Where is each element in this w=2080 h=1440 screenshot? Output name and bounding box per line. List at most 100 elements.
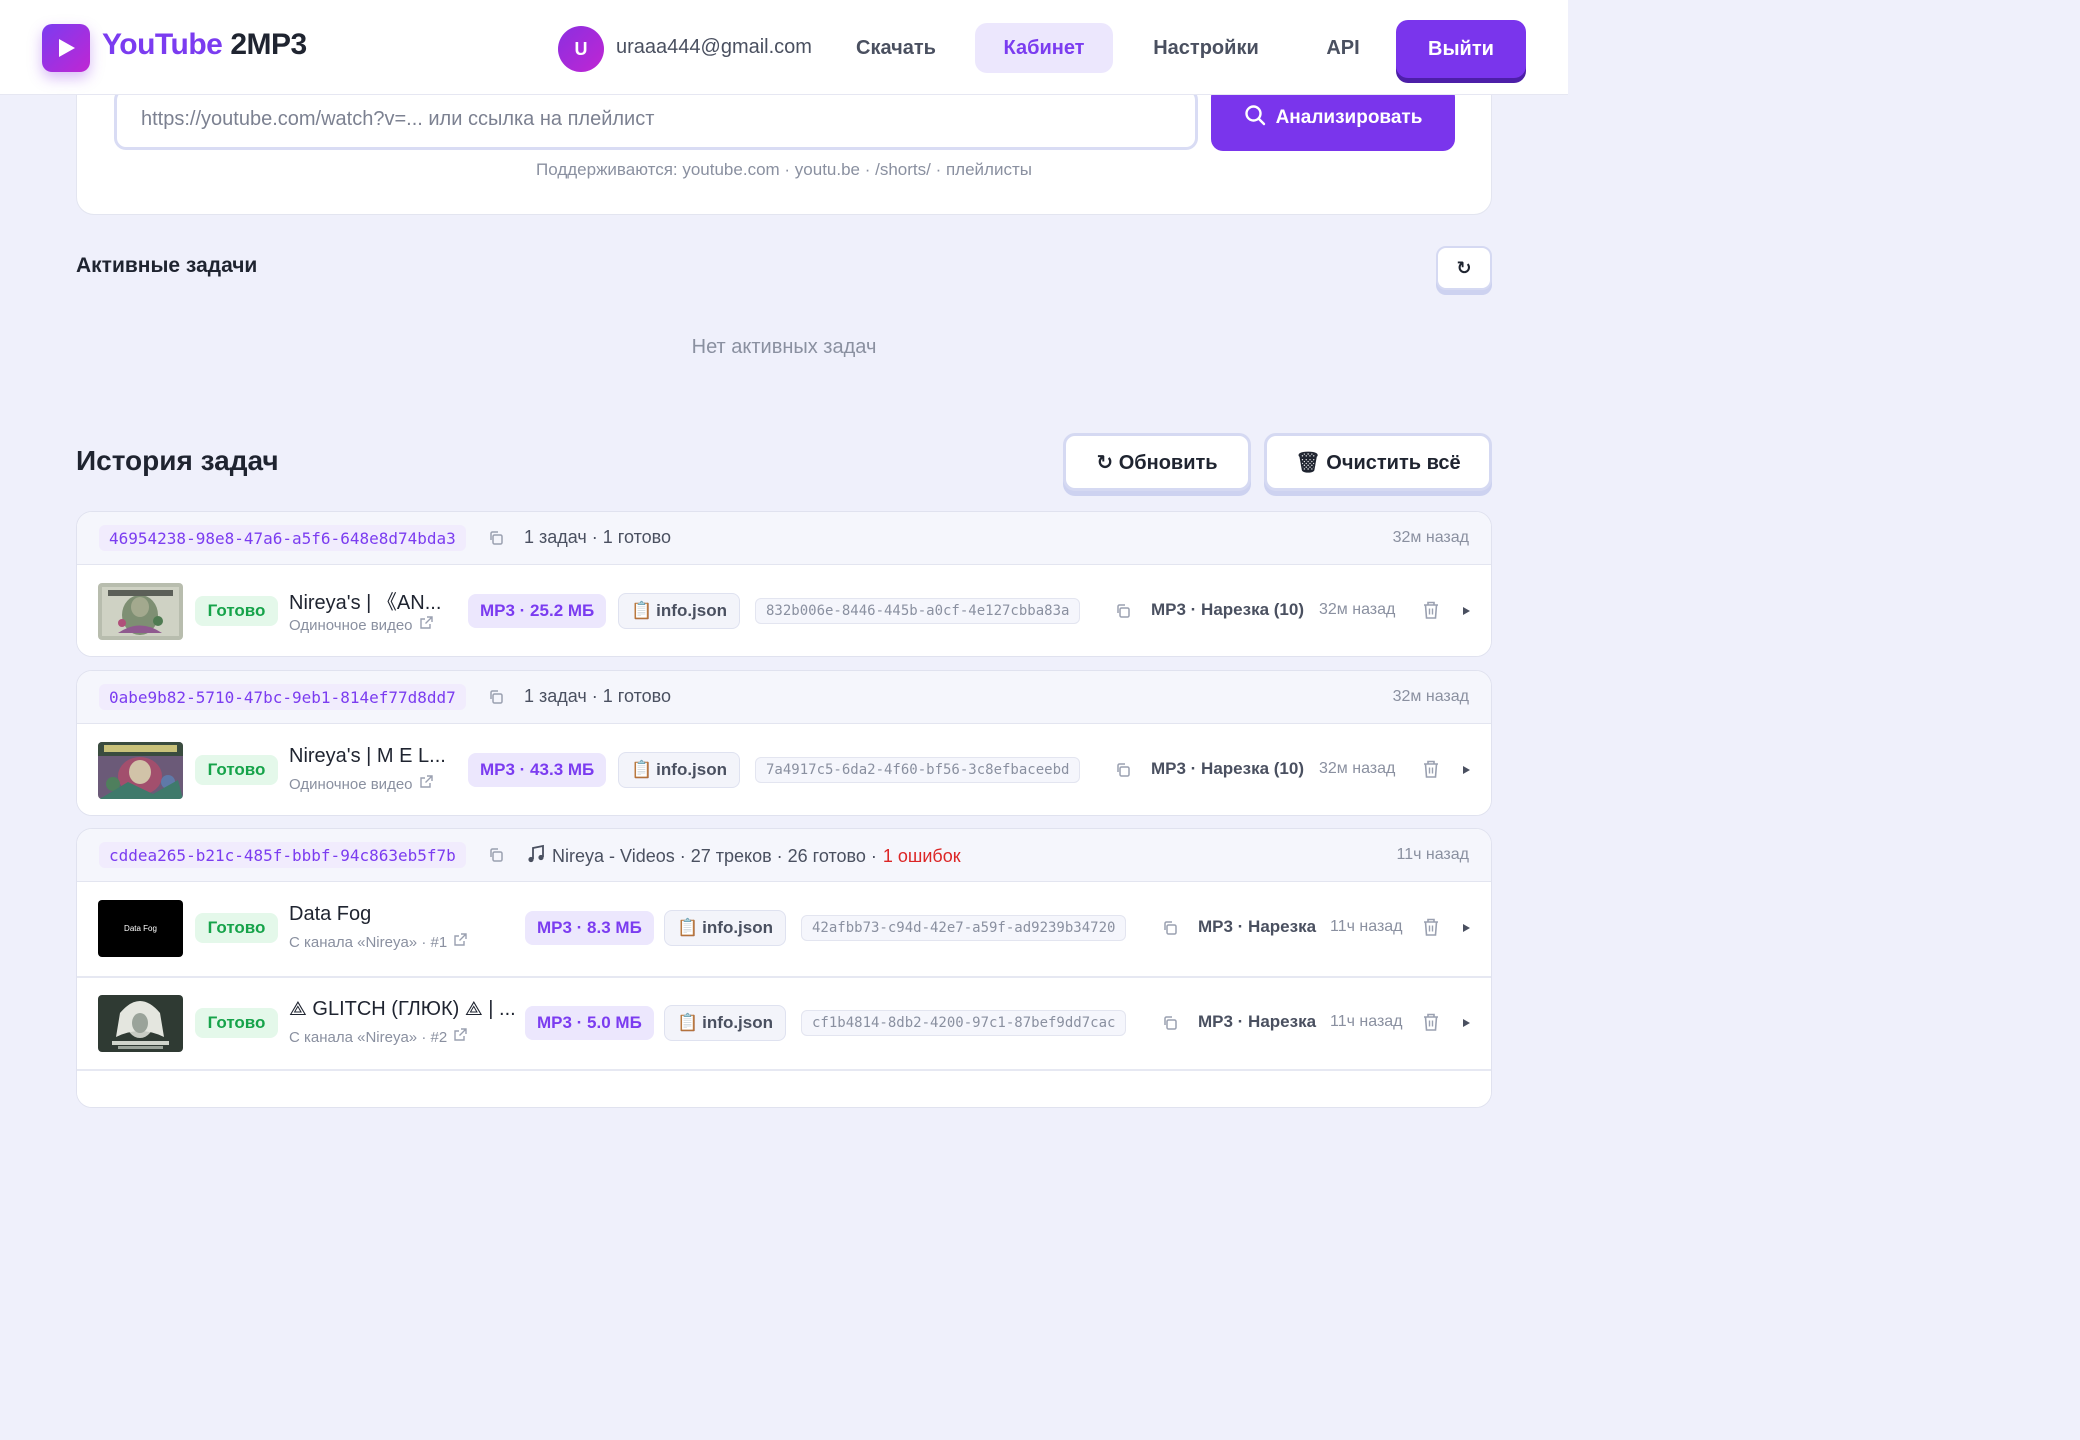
mp3-download-chip[interactable]: MP3 · 8.3 МБ [525,911,654,945]
group-id[interactable]: 46954238-98e8-47a6-a5f6-648e8d74bda3 [99,525,466,551]
info-json-chip[interactable]: 📋 info.json [664,1005,786,1041]
group-summary: Nireya - Videos · 27 треков · 26 готово … [526,844,961,869]
info-json-chip[interactable]: 📋 info.json [618,752,740,788]
task-row: Data Fog Готово Data Fog С канала «Nirey… [77,883,1491,975]
group-time: 32м назад [1392,688,1469,705]
supported-sources: Поддерживаются: youtube.com · youtu.be ·… [536,160,1032,179]
copy-icon[interactable] [1162,1015,1178,1031]
nav-cabinet[interactable]: Кабинет [975,23,1113,73]
history-clear-button[interactable]: 🗑 Очистить всё [1264,433,1492,491]
info-json-label: info.json [656,760,727,779]
copy-icon[interactable] [1162,920,1178,936]
format-label: MP3 · Нарезка [1198,917,1317,936]
video-thumbnail [98,583,183,640]
mp3-download-chip[interactable]: MP3 · 25.2 МБ [468,594,607,628]
external-link-icon[interactable] [453,933,467,951]
video-thumbnail [98,742,183,799]
copy-icon[interactable] [488,530,504,546]
row-time: 11ч назад [1330,1013,1403,1030]
logo-youtube: YouTube [102,28,223,61]
clipboard-icon: 📋 [677,1013,699,1032]
mp3-download-chip[interactable]: MP3 · 5.0 МБ [525,1006,654,1040]
file-uuid[interactable]: 832b006e-8446-445b-a0cf-4e127cbba83a [755,598,1081,624]
mp3-download-chip[interactable]: MP3 · 43.3 МБ [468,753,607,787]
delete-icon[interactable] [1422,1012,1440,1037]
analyze-label: Анализировать [1275,107,1423,128]
status-badge: Готово [195,913,278,943]
delete-icon[interactable] [1422,917,1440,942]
video-subtitle: Одиночное видео [289,775,433,793]
refresh-icon: ↻ [1456,257,1472,278]
top-nav: YouTube 2MP3 U uraaa444@gmail.com Скачать… [0,0,1568,95]
info-json-chip[interactable]: 📋 info.json [618,593,740,629]
format-label: MP3 · Нарезка (10) [1151,600,1304,619]
group-summary: 1 задач · 1 готово [524,686,671,707]
copy-icon[interactable] [488,847,504,863]
video-thumbnail [98,995,183,1052]
group-summary-text: Nireya - Videos · 27 треков · 26 готово … [552,846,877,866]
no-active-tasks: Нет активных задач [691,336,877,358]
group-summary-text: 1 задач · 1 готово [524,686,671,706]
nav-api[interactable]: API [1305,23,1381,73]
copy-icon[interactable] [1115,762,1131,778]
url-input-placeholder: https://youtube.com/watch?v=... или ссыл… [141,107,655,130]
task-row: Готово ⟁ GLITCH (ГЛЮК) ⟁ | ... С канала … [77,976,1491,1068]
logo-play-icon[interactable] [42,24,90,72]
nav-settings[interactable]: Настройки [1130,23,1282,73]
group-header: 0abe9b82-5710-47bc-9eb1-814ef77d8dd7 1 з… [77,671,1491,724]
task-row: Готово Nireya's | 《AN... Одиночное видео… [77,566,1491,656]
nav-download[interactable]: Скачать [838,23,954,73]
group-id[interactable]: 0abe9b82-5710-47bc-9eb1-814ef77d8dd7 [99,684,466,710]
task-group: cddea265-b21c-485f-bbbf-94c863eb5f7b Nir… [76,828,1492,1108]
row-time: 32м назад [1319,760,1396,777]
video-source: С канала «Nireya» · #2 [289,1028,448,1046]
logout-button[interactable]: Выйти [1396,20,1526,78]
task-row [77,1069,1491,1107]
video-subtitle: С канала «Nireya» · #2 [289,1028,467,1046]
video-source: С канала «Nireya» · #1 [289,933,448,951]
video-title: Nireya's | 《AN... [289,592,442,614]
task-row: Готово Nireya's | M E L... Одиночное вид… [77,725,1491,815]
file-uuid[interactable]: cf1b4814-8db2-4200-97c1-87bef9dd7cac [801,1010,1127,1036]
expand-arrow-icon[interactable] [1460,1016,1472,1035]
info-json-label: info.json [702,918,773,937]
external-link-icon[interactable] [419,616,433,634]
logo[interactable]: YouTube 2MP3 [102,28,307,62]
info-json-label: info.json [656,601,727,620]
copy-icon[interactable] [1115,603,1131,619]
url-input[interactable]: https://youtube.com/watch?v=... или ссыл… [114,88,1198,150]
status-badge: Готово [195,596,278,626]
expand-arrow-icon[interactable] [1460,604,1472,623]
video-title: Nireya's | M E L... [289,745,446,767]
expand-arrow-icon[interactable] [1460,763,1472,782]
active-refresh-button[interactable]: ↻ [1436,246,1492,290]
active-tasks-title: Активные задачи [76,254,258,277]
status-badge: Готово [195,755,278,785]
group-id[interactable]: cddea265-b21c-485f-bbbf-94c863eb5f7b [99,842,466,868]
group-header: cddea265-b21c-485f-bbbf-94c863eb5f7b Nir… [77,829,1491,882]
info-json-label: info.json [702,1013,773,1032]
file-uuid[interactable]: 42afbb73-c94d-42e7-a59f-ad9239b34720 [801,915,1127,941]
external-link-icon[interactable] [453,1028,467,1046]
user-email: uraaa444@gmail.com [616,36,812,58]
expand-arrow-icon[interactable] [1460,921,1472,940]
group-time: 11ч назад [1396,846,1469,863]
format-label: MP3 · Нарезка [1198,1012,1317,1031]
info-json-chip[interactable]: 📋 info.json [664,910,786,946]
thumbnail-text: Data Fog [124,924,157,933]
video-title: ⟁ GLITCH (ГЛЮК) ⟁ | ... [289,998,516,1020]
logo-2mp3: 2MP3 [230,28,307,61]
external-link-icon[interactable] [419,775,433,793]
avatar[interactable]: U [558,26,604,72]
file-uuid[interactable]: 7a4917c5-6da2-4f60-bf56-3c8efbaceebd [755,757,1081,783]
video-source: Одиночное видео [289,775,413,793]
delete-icon[interactable] [1422,600,1440,625]
row-time: 32м назад [1319,601,1396,618]
group-summary-text: 1 задач · 1 готово [524,527,671,547]
video-thumbnail: Data Fog [98,900,183,957]
history-refresh-button[interactable]: ↻ Обновить [1063,433,1251,491]
copy-icon[interactable] [488,689,504,705]
clipboard-icon: 📋 [631,601,653,620]
clipboard-icon: 📋 [677,918,699,937]
delete-icon[interactable] [1422,759,1440,784]
